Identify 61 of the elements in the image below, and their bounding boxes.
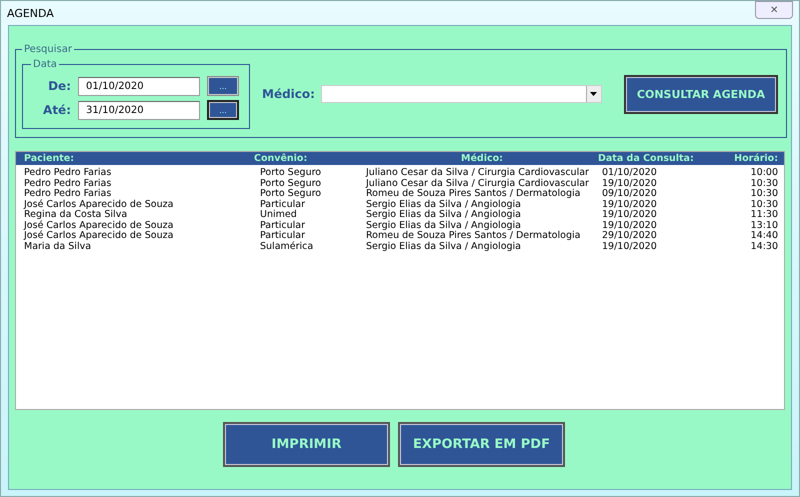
table-cell-text: Sulamérica — [259, 242, 314, 252]
table-cell-text: Pedro Pedro Farias — [24, 178, 112, 188]
date-field[interactable]: 01/10/2020 — [78, 76, 200, 96]
table-cell-text: 19/10/2020 — [601, 200, 658, 210]
table-cell-text: Unimed — [259, 210, 298, 220]
table-cell-text: 14:40 — [750, 231, 778, 242]
export-pdf-button[interactable]: EXPORTAR EM PDF — [398, 422, 565, 467]
table-cell-text: Romeu de Souza Pires Santos / Dermatologia — [366, 231, 582, 242]
date-field[interactable]: 31/10/2020 — [78, 100, 200, 120]
table-cell-text: 19/10/2020 — [601, 220, 658, 231]
table-cell-text: 10:30 — [750, 200, 778, 210]
table-cell-text: 13:10 — [750, 220, 778, 231]
doctor-dropdown[interactable] — [320, 85, 602, 103]
date-picker-button[interactable]: ... — [207, 100, 239, 120]
table-cell-text: 19/10/2020 — [601, 210, 658, 220]
table-cell-text: Maria da Silva — [24, 242, 92, 252]
table-cell-text: Juliano Cesar da Silva / Cirurgia Cardiovascular — [366, 168, 590, 178]
search-button[interactable]: CONSULTAR AGENDA — [624, 74, 778, 114]
window-title: AGENDA — [7, 6, 54, 20]
table-cell-text: Sergio Elias da Silva / Angiologia — [366, 200, 522, 210]
table-cell-text: Porto Seguro — [259, 178, 322, 188]
column-header: Médico: — [460, 153, 504, 164]
field-label: De: — [47, 79, 71, 93]
table-cell-text: Porto Seguro — [259, 189, 322, 200]
table-cell-text: 09/10/2020 — [601, 189, 658, 200]
table-cell-text: 14:30 — [750, 242, 778, 252]
table-cell-text: 01/10/2020 — [601, 168, 658, 178]
dropdown-arrow-icon — [590, 92, 598, 96]
field-label: Até: — [42, 103, 71, 117]
table-cell-text: Porto Seguro — [259, 168, 322, 178]
table-cell-text: José Carlos Aparecido de Souza — [24, 231, 174, 242]
table-cell-text: Pedro Pedro Farias — [24, 189, 112, 199]
field-label: Médico: — [262, 87, 315, 101]
table-cell-text: 29/10/2020 — [601, 231, 658, 242]
frame-title: Pesquisar — [23, 44, 73, 55]
column-header: Horário: — [733, 153, 778, 164]
print-button[interactable]: IMPRIMIR — [223, 422, 390, 467]
table-cell-text: Romeu de Souza Pires Santos / Dermatologia — [366, 189, 582, 200]
frame-title: Data — [32, 59, 58, 70]
table-cell-text: José Carlos Aparecido de Souza — [24, 220, 174, 230]
table-cell-text: Regina da Costa Silva — [24, 210, 128, 220]
table-cell-text: 10:30 — [750, 178, 778, 189]
table-cell-text: Sergio Elias da Silva / Angiologia — [366, 242, 522, 252]
table-cell-text: Particular — [259, 231, 306, 241]
table-cell-text: Sergio Elias da Silva / Angiologia — [366, 210, 522, 220]
table-cell-text: Juliano Cesar da Silva / Cirurgia Cardiovascular — [366, 178, 590, 188]
column-header: Convênio: — [254, 153, 308, 164]
date-picker-button[interactable]: ... — [207, 76, 239, 96]
table-cell-text: Sergio Elias da Silva / Angiologia — [366, 220, 522, 230]
column-header: Data da Consulta: — [598, 153, 695, 164]
table-cell-text: 19/10/2020 — [601, 178, 658, 189]
table-cell-text: Particular — [259, 200, 306, 210]
table-cell-text: 19/10/2020 — [601, 242, 658, 252]
table-cell-text: José Carlos Aparecido de Souza — [24, 200, 174, 210]
table-cell-text: 10:30 — [750, 189, 778, 200]
table-cell-text: 11:30 — [750, 210, 778, 220]
close-button[interactable]: ✕ — [755, 1, 793, 19]
table-cell-text: 10:00 — [750, 168, 778, 178]
table-cell-text: Particular — [259, 220, 306, 230]
table-cell-text: Pedro Pedro Farias — [24, 168, 112, 178]
column-header: Paciente: — [24, 153, 75, 164]
